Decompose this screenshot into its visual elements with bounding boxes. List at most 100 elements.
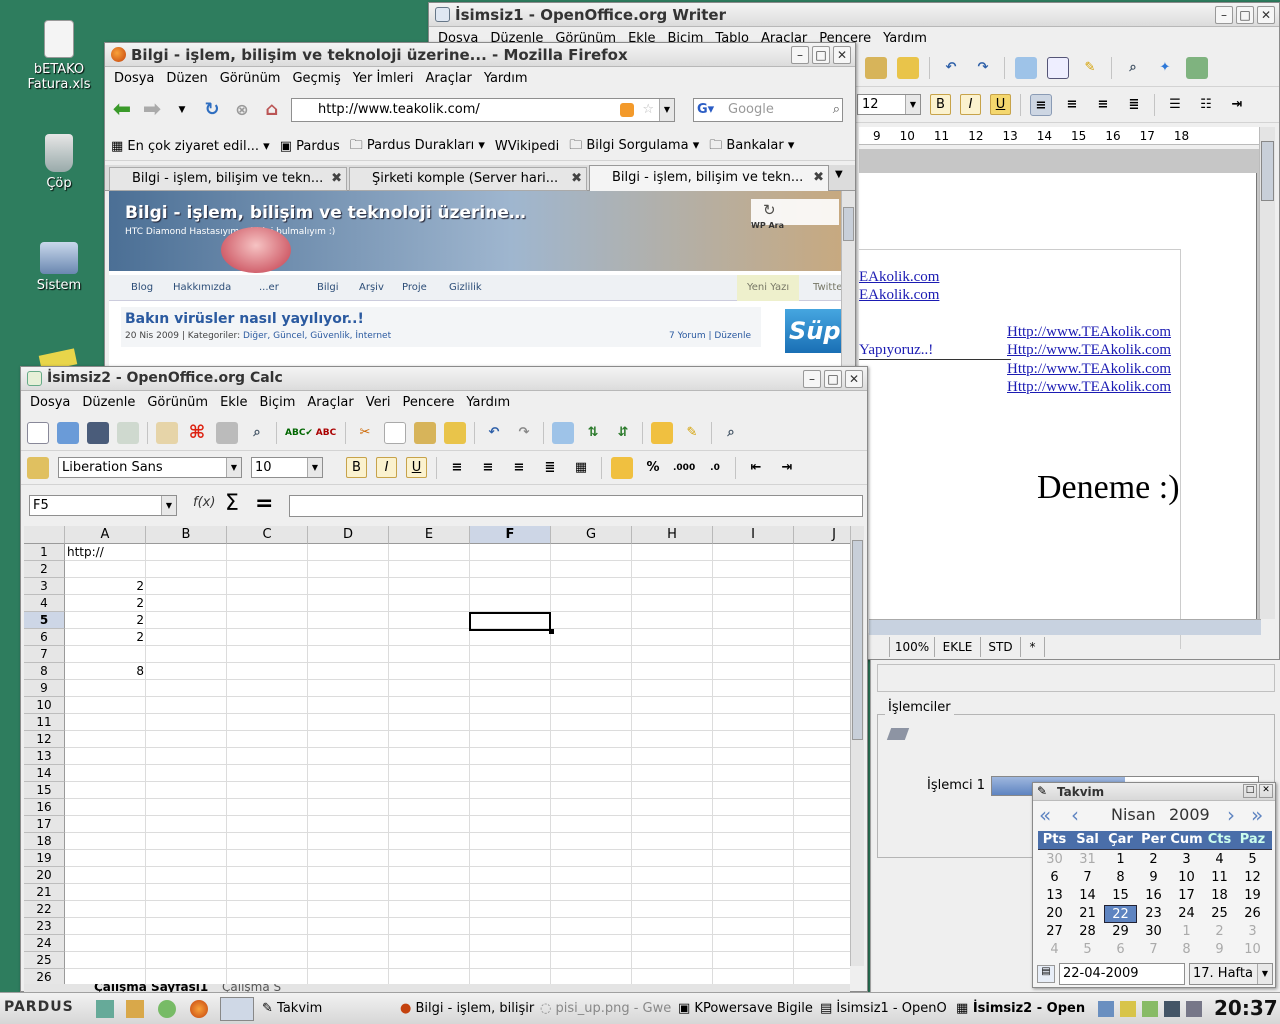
bold-button[interactable]: B [930,94,951,115]
calendar-day[interactable]: 2 [1203,923,1236,941]
hyperlink-icon[interactable] [1015,56,1037,79]
prev-month-icon[interactable]: ‹ [1071,803,1079,827]
copy-icon[interactable] [384,421,406,444]
decimal-delete-icon[interactable]: .0 [704,457,726,479]
insert-mode-status[interactable]: EKLE [935,637,981,657]
draw-functions-icon[interactable]: ✎ [1079,57,1101,79]
calendar-day[interactable]: 16 [1137,887,1170,905]
history-dropdown-icon[interactable]: ▼ [171,99,193,121]
calendar-day[interactable]: 8 [1104,869,1137,887]
rss-icon[interactable] [620,103,634,117]
calendar-day[interactable]: 4 [1038,941,1071,959]
maximize-button[interactable]: □ [824,370,842,388]
calendar-day[interactable]: 27 [1038,923,1071,941]
task-takvim[interactable]: ✎ Takvim [262,997,392,1021]
calendar-day[interactable]: 5 [1236,851,1269,869]
row-header-24[interactable]: 24 [24,935,65,952]
search-icon[interactable]: ⌕ [833,99,840,121]
calendar-day[interactable]: 30 [1137,923,1170,941]
writer-vertical-scrollbar[interactable] [1259,127,1275,619]
column-header-h[interactable]: H [632,526,713,544]
settings-icon[interactable] [158,1000,176,1018]
tab-close-icon[interactable]: ✖ [571,168,582,190]
calendar-day[interactable]: 3 [1236,923,1269,941]
font-name-box[interactable]: Liberation Sans ▼ [58,457,242,478]
calendar-day[interactable]: 1 [1104,851,1137,869]
firefox-launch-icon[interactable] [190,1000,208,1018]
find-replace-icon[interactable]: ⌕ [1122,57,1144,79]
percent-format-icon[interactable]: % [642,457,664,479]
column-header-c[interactable]: C [227,526,308,544]
site-title[interactable]: Bilgi - işlem, bilişim ve teknoloji üzer… [125,203,526,223]
row-header-8[interactable]: 8 [24,663,65,680]
row-header-3[interactable]: 3 [24,578,65,595]
row-header-13[interactable]: 13 [24,748,65,765]
calendar-day[interactable]: 12 [1236,869,1269,887]
next-month-icon[interactable]: › [1227,803,1235,827]
menu-gorunum[interactable]: Görünüm [215,71,286,86]
cell-a1[interactable]: http:// [67,544,144,561]
row-header-18[interactable]: 18 [24,833,65,850]
print-icon[interactable] [216,421,238,444]
indent-icon[interactable]: ⇥ [1226,94,1248,116]
calendar-day[interactable]: 10 [1236,941,1269,959]
nav-item[interactable]: ...er [259,282,279,293]
calendar-day[interactable]: 19 [1236,887,1269,905]
maximize-button[interactable]: □ [1236,6,1254,24]
menu-yardim[interactable]: Yardım [479,71,533,86]
close-button[interactable]: ✕ [1257,6,1275,24]
justify-icon[interactable]: ≣ [539,457,561,479]
sum-icon[interactable]: Σ [225,491,239,516]
menu-gecmis[interactable]: Geçmiş [287,71,345,86]
calendar-maximize-button[interactable]: □ [1243,784,1257,798]
calendar-day[interactable]: 11 [1203,869,1236,887]
column-header-e[interactable]: E [389,526,470,544]
align-right-icon[interactable]: ≡ [508,457,530,479]
firefox-titlebar[interactable]: Bilgi - işlem, bilişim ve teknoloji üzer… [105,43,855,67]
undo-icon[interactable]: ↶ [940,57,962,79]
undo-icon[interactable]: ↶ [483,422,505,444]
underline-button[interactable]: U [406,457,427,478]
save-icon[interactable] [87,421,109,444]
tab-list-icon[interactable]: ▼ [835,169,843,180]
sort-ascending-icon[interactable]: ⇅ [582,422,604,444]
calendar-day[interactable]: 7 [1071,869,1104,887]
hyperlink[interactable]: Http://www.TEAkolik.com [1007,379,1171,396]
firefox-vertical-scrollbar[interactable] [841,191,855,381]
justify-icon[interactable]: ≣ [1123,94,1145,116]
calc-vertical-scrollbar[interactable] [850,526,864,966]
bookmark-vikipedi[interactable]: WVikipedi [495,139,559,154]
draw-functions-icon[interactable]: ✎ [681,422,703,444]
row-header-2[interactable]: 2 [24,561,65,578]
url-bar[interactable]: http://www.teakolik.com/ ☆ ▼ [291,98,675,122]
table-icon[interactable] [1047,56,1069,79]
menu-gorunum[interactable]: Görünüm [142,395,213,410]
calendar-day[interactable]: 9 [1137,869,1170,887]
column-header-a[interactable]: A [65,526,146,544]
bookmark-pardus-duraklari[interactable]: 🗀 Pardus Durakları ▾ [350,136,485,158]
reload-icon[interactable]: ↻ [201,99,223,121]
home-icon[interactable]: ⌂ [261,99,283,121]
fill-handle[interactable] [549,629,554,634]
row-header-17[interactable]: 17 [24,816,65,833]
cut-icon[interactable]: ✂ [354,422,376,444]
close-button[interactable]: ✕ [845,370,863,388]
calendar-day[interactable]: 31 [1071,851,1104,869]
find-replace-icon[interactable]: ⌕ [720,422,742,444]
nav-blog[interactable]: Blog [131,282,153,293]
export-pdf-icon[interactable]: ⌘ [186,422,208,444]
function-wizard-icon[interactable]: f(x) [193,495,215,510]
prev-year-icon[interactable]: « [1039,803,1051,827]
calendar-day[interactable]: 6 [1038,869,1071,887]
column-header-d[interactable]: D [308,526,389,544]
italic-button[interactable]: I [960,94,981,115]
close-button[interactable]: ✕ [833,46,851,64]
cell-a5[interactable]: 2 [67,612,144,629]
nav-yeni-yazi[interactable]: Yeni Yazı [737,275,800,301]
calendar-year[interactable]: 2009 [1169,805,1210,824]
bold-button[interactable]: B [346,457,367,478]
row-header-5[interactable]: 5 [24,612,65,629]
row-header-4[interactable]: 4 [24,595,65,612]
date-picker-icon[interactable]: ▤ [1037,965,1055,983]
menu-bicim[interactable]: Biçim [254,395,300,410]
